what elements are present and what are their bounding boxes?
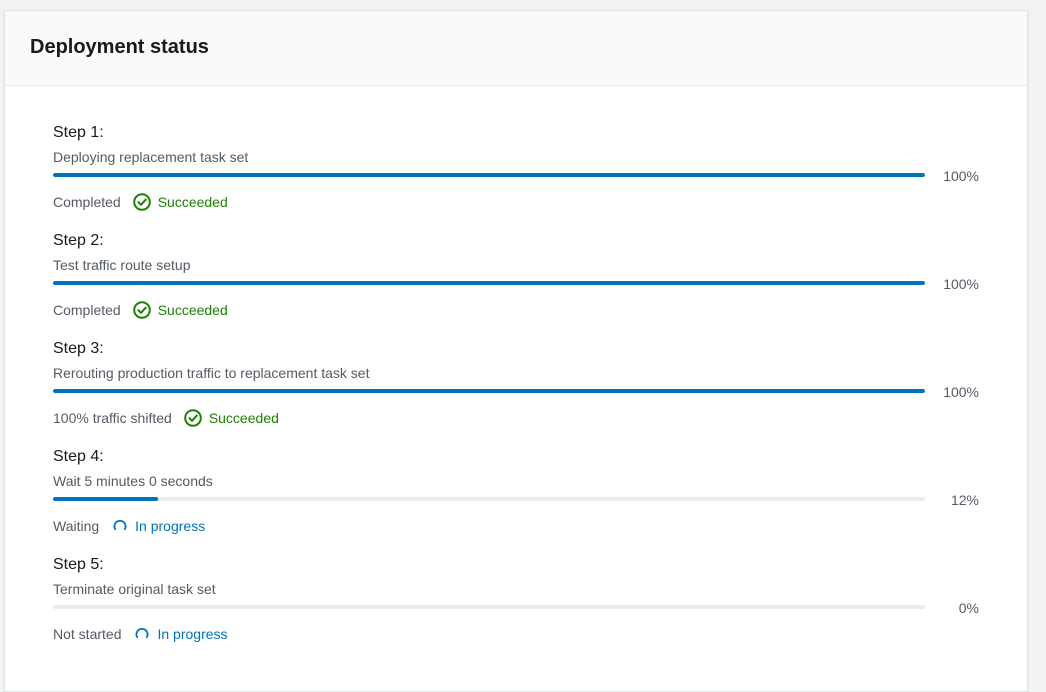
status-text: Succeeded xyxy=(157,194,228,210)
progress-bar xyxy=(53,173,925,177)
progress-percent: 0% xyxy=(958,600,979,616)
status-indicator: Succeeded xyxy=(132,301,228,319)
step-description: Rerouting production traffic to replacem… xyxy=(53,365,370,381)
progress-bar xyxy=(53,389,925,393)
status-indicator: Succeeded xyxy=(132,193,228,211)
progress-bar xyxy=(53,281,925,285)
step-description: Deploying replacement task set xyxy=(53,149,249,165)
progress-percent: 12% xyxy=(950,492,979,508)
step-description: Test traffic route setup xyxy=(53,257,191,273)
step-title: Step 5: xyxy=(53,556,104,573)
status-text: In progress xyxy=(135,518,206,534)
status-label: 100% traffic shifted xyxy=(53,410,172,426)
check-circle-icon xyxy=(184,409,202,427)
step-title: Step 3: xyxy=(53,340,104,357)
status-label: Waiting xyxy=(53,518,100,534)
step-4: Step 4: Wait 5 minutes 0 seconds 12% Wai… xyxy=(53,447,983,555)
status-text: Succeeded xyxy=(208,410,279,426)
step-title: Step 2: xyxy=(53,232,104,249)
progress-percent: 100% xyxy=(943,276,979,292)
status-row: 100% traffic shifted Succeeded xyxy=(53,408,279,428)
step-description: Terminate original task set xyxy=(53,581,216,597)
status-label: Completed xyxy=(53,194,121,210)
step-3: Step 3: Rerouting production traffic to … xyxy=(53,339,983,447)
status-label: Completed xyxy=(53,302,121,318)
progress-bar-fill xyxy=(53,281,925,285)
progress-bar-fill xyxy=(53,497,158,501)
status-indicator: In progress xyxy=(133,625,228,643)
panel-header: Deployment status xyxy=(5,11,1027,86)
status-row: Completed Succeeded xyxy=(53,192,228,212)
step-2: Step 2: Test traffic route setup 100% Co… xyxy=(53,231,983,339)
progress-percent: 100% xyxy=(943,168,979,184)
progress-bar-fill xyxy=(53,173,925,177)
status-label: Not started xyxy=(53,626,122,642)
spinner-icon xyxy=(113,519,127,531)
status-indicator: In progress xyxy=(111,517,205,535)
spinner-icon xyxy=(136,627,149,639)
panel-title: Deployment status xyxy=(30,36,209,58)
status-row: Not started In progress xyxy=(53,624,228,644)
step-1: Step 1: Deploying replacement task set 1… xyxy=(53,123,983,231)
progress-percent: 100% xyxy=(943,384,979,400)
progress-bar xyxy=(53,605,925,609)
step-5: Step 5: Terminate original task set 0% N… xyxy=(53,555,983,663)
step-title: Step 1: xyxy=(53,124,104,141)
progress-bar-fill xyxy=(53,389,925,393)
progress-bar xyxy=(53,497,925,501)
check-circle-icon xyxy=(132,193,151,211)
status-row: Waiting In progress xyxy=(53,516,205,536)
status-text: In progress xyxy=(157,626,228,642)
step-description: Wait 5 minutes 0 seconds xyxy=(53,473,213,489)
status-text: Succeeded xyxy=(157,302,228,318)
step-title: Step 4: xyxy=(53,448,104,465)
status-row: Completed Succeeded xyxy=(53,300,228,320)
status-indicator: Succeeded xyxy=(184,409,279,427)
check-circle-icon xyxy=(132,301,151,319)
deployment-status-panel: Deployment status Step 1: Deploying repl… xyxy=(4,10,1028,692)
